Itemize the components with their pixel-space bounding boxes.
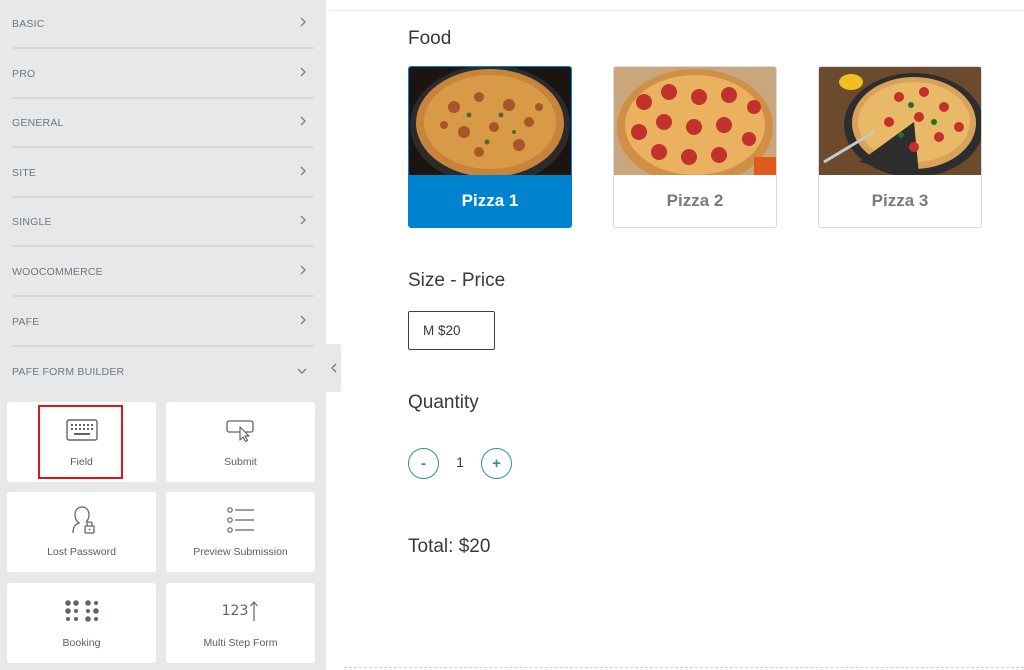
widget-label: Preview Submission [193,546,288,558]
food-option-pizza-1[interactable]: Pizza 1 [408,66,572,228]
list-icon [166,504,315,536]
numbers-icon-text: 123 [221,603,249,619]
food-option-pizza-2[interactable]: Pizza 2 [613,66,777,228]
widget-label: Submit [224,456,257,468]
canvas-top-border [330,10,1024,11]
chevron-right-icon [300,265,306,275]
category-pafe-form-builder[interactable]: PAFE FORM BUILDER [0,348,326,397]
category-general[interactable]: GENERAL [0,99,326,148]
category-basic[interactable]: BASIC [0,0,326,49]
chevron-right-icon [300,17,306,27]
divider [12,295,314,297]
user-lock-icon [7,504,156,536]
quantity-increment-button[interactable]: + [481,448,512,479]
widget-booking[interactable]: Booking [7,583,156,663]
quantity-value: 1 [456,454,464,470]
food-option-label: Pizza 3 [871,191,929,210]
pizza-3-photo [819,67,981,175]
widget-label: Booking [62,637,101,649]
size-price-title: Size - Price [408,270,506,291]
chevron-right-icon [300,116,306,126]
keyboard-icon [7,416,156,444]
divider [12,245,314,247]
category-pafe[interactable]: PAFE [0,298,326,347]
widget-multi-step-form[interactable]: 123 Multi Step Form [166,583,315,663]
chevron-right-icon [300,67,306,77]
category-pro[interactable]: PRO [0,50,326,99]
category-label: PRO [12,68,36,80]
category-site[interactable]: SITE [0,149,326,198]
category-label: SINGLE [12,216,52,228]
divider [12,146,314,148]
food-title: Food [408,28,452,49]
numbers-icon: 123 [166,597,315,625]
category-label: GENERAL [12,117,64,129]
widget-label: Field [70,456,93,468]
category-label: PAFE [12,316,40,328]
food-option-label: Pizza 1 [409,175,571,227]
category-label: PAFE FORM BUILDER [12,366,125,378]
food-option-label: Pizza 2 [666,191,724,210]
widget-label: Lost Password [47,546,116,558]
canvas-drop-zone-border [344,667,1024,668]
food-option-pizza-3[interactable]: Pizza 3 [818,66,982,228]
chevron-down-icon [297,368,307,374]
category-single[interactable]: SINGLE [0,198,326,247]
dots-grid-icon [7,597,156,625]
widget-label: Multi Step Form [203,637,278,649]
quantity-title: Quantity [408,392,479,413]
chevron-left-icon [330,363,336,373]
category-woocommerce[interactable]: WOOCOMMERCE [0,248,326,297]
total-price: Total: $20 [408,536,491,557]
widget-field[interactable]: Field [7,402,156,482]
category-label: BASIC [12,18,45,30]
pizza-2-photo [614,67,776,175]
divider [12,345,314,347]
quantity-decrement-button[interactable]: - [408,448,439,479]
widget-submit[interactable]: Submit [166,402,315,482]
pizza-1-photo [409,67,571,175]
chevron-right-icon [300,166,306,176]
widget-panel: BASIC PRO GENERAL SITE SINGLE WOOCOMMERC… [0,0,326,670]
widget-preview-submission[interactable]: Preview Submission [166,492,315,572]
category-label: SITE [12,167,37,179]
chevron-right-icon [300,315,306,325]
widget-lost-password[interactable]: Lost Password [7,492,156,572]
panel-collapse-toggle[interactable] [326,344,341,392]
category-label: WOOCOMMERCE [12,266,103,278]
divider [12,47,314,49]
cursor-click-icon [166,416,315,444]
size-option-m[interactable]: M $20 [408,311,495,350]
chevron-right-icon [300,215,306,225]
